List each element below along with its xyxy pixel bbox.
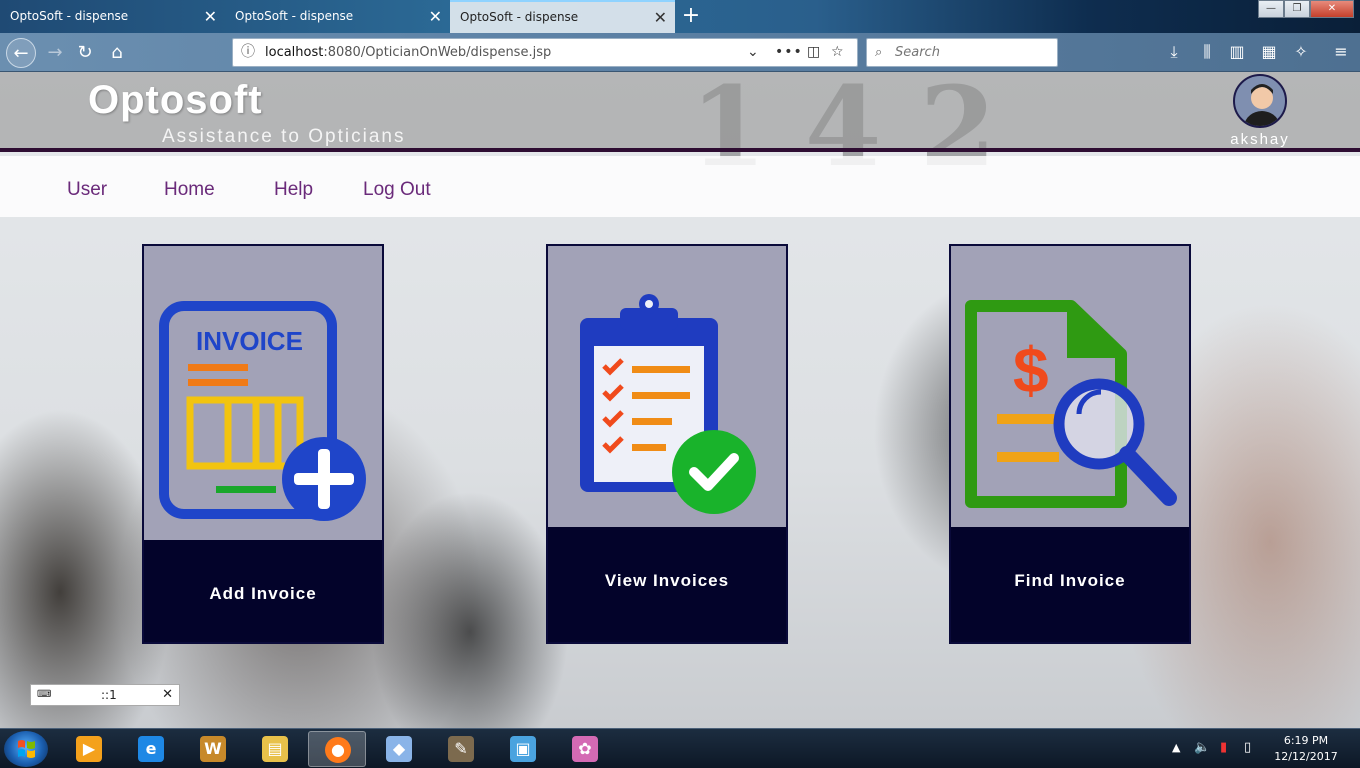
battery-icon[interactable]: ▯ [1244,740,1251,755]
close-window-button[interactable]: ✕ [1310,0,1354,18]
chevron-down-icon[interactable]: ⌄ [747,39,759,66]
close-tab-icon[interactable]: ✕ [204,0,217,33]
window-controls: — ❐ ✕ [1258,0,1354,18]
site-subtitle: Assistance to Opticians [162,126,406,147]
network-icon[interactable]: ▮ [1220,740,1227,755]
close-tab-icon[interactable]: ✕ [429,0,442,33]
address-bar[interactable]: ⓘ localhost:8080/OpticianOnWeb/dispense.… [232,38,858,67]
menu-item-logout[interactable]: Log Out [363,156,431,217]
site-header: Optosoft Assistance to Opticians akshay [0,72,1360,152]
gimp-icon[interactable]: ✎ [432,731,490,767]
view-invoices-label: View Invoices [604,571,730,590]
clipboard-check-icon [580,294,756,514]
download-icon[interactable]: ⤓ [1163,41,1185,63]
browser-tab[interactable]: OptoSoft - dispense ✕ [225,0,450,33]
ime-bar: ⌨ ::1 ✕ [30,684,180,706]
clock[interactable]: 6:19 PM 12/12/2017 [1270,733,1342,765]
card-image: INVOICE [144,246,382,540]
add-invoice-label: Add Invoice [209,584,317,603]
virtualbox-icon[interactable]: ◆ [370,731,428,767]
ime-text: ::1 [101,688,117,702]
forward-button[interactable]: → [40,38,70,68]
show-hidden-icons-icon[interactable]: ▲ [1172,741,1180,754]
invoice-search-icon: $ [965,300,1177,508]
internet-explorer-icon[interactable]: e [122,731,180,767]
windows-logo-icon [18,740,35,758]
close-tab-icon[interactable]: ✕ [654,2,667,33]
svg-text:$: $ [1013,334,1049,406]
url-text: localhost:8080/OpticianOnWeb/dispense.js… [265,45,552,60]
menu-icon[interactable]: ≡ [1330,41,1352,63]
reload-button[interactable]: ↻ [70,38,100,68]
site-title: Optosoft [88,78,263,122]
taskbar: ▶ e W ▤ ● ◆ ✎ ▣ ✿ ▲ 🔈 ▮ ▯ 6:19 PM 12/12/… [0,728,1360,768]
browser-tab[interactable]: OptoSoft - dispense ✕ [0,0,225,33]
pocket-icon[interactable]: ◫ [807,39,820,66]
browser-tab-active[interactable]: OptoSoft - dispense ✕ [450,0,675,33]
find-invoice-card[interactable]: $ Find Invoice [949,244,1191,644]
clock-time: 6:19 PM [1283,734,1329,747]
site-info-icon[interactable]: ⓘ [241,39,255,66]
clock-date: 12/12/2017 [1274,750,1338,763]
start-button[interactable] [4,731,48,767]
library-icon[interactable]: ⫼ [1196,41,1218,63]
lightbulb-icon[interactable]: ✧ [1290,41,1312,63]
paint-icon[interactable]: ✿ [556,731,614,767]
view-invoices-card[interactable]: View Invoices [546,244,788,644]
sidebar-icon[interactable]: ▥ [1226,41,1248,63]
add-invoice-card[interactable]: INVOICE Add Invoice [142,244,384,644]
keyboard-icon: ⌨ [37,689,52,700]
search-input[interactable] [895,42,1053,63]
tab-title: OptoSoft - dispense [235,9,354,23]
card-image [548,246,786,527]
close-icon[interactable]: ✕ [162,685,173,705]
bookmark-star-icon[interactable]: ☆ [831,39,844,66]
avatar-person-icon [1243,84,1281,126]
menu-item-home[interactable]: Home [164,156,215,217]
back-button[interactable]: ← [6,38,36,68]
media-player-icon[interactable]: ▶ [60,731,118,767]
firefox-icon[interactable]: ● [308,731,366,767]
search-icon: ⌕ [875,45,883,60]
restore-button[interactable]: ❐ [1284,0,1310,18]
user-name: akshay [1230,131,1290,148]
extension-icon[interactable]: ▦ [1258,41,1280,63]
tab-title: OptoSoft - dispense [460,10,579,24]
browser-tab-bar: OptoSoft - dispense ✕ OptoSoft - dispens… [0,0,1360,33]
invoice-add-icon: INVOICE [159,301,366,521]
user-avatar[interactable] [1233,74,1287,128]
find-invoice-label: Find Invoice [1014,571,1126,590]
page-actions-icon[interactable]: ••• [775,39,803,66]
volume-icon[interactable]: 🔈 [1194,740,1210,755]
menu-item-help[interactable]: Help [274,156,313,217]
invoice-image-text: INVOICE [196,326,303,356]
browser-nav-bar: ← → ↻ ⌂ ⓘ localhost:8080/OpticianOnWeb/d… [0,33,1360,72]
minimize-button[interactable]: — [1258,0,1284,18]
word-icon[interactable]: W [184,731,242,767]
page: 1 4 2 Optosoft Assistance to Opticians a… [0,72,1360,728]
home-button[interactable]: ⌂ [102,38,132,68]
card-image: $ [951,246,1189,527]
file-explorer-icon[interactable]: ▤ [246,731,304,767]
menu-item-user[interactable]: User [67,156,107,217]
search-bar[interactable]: ⌕ [866,38,1058,67]
tab-title: OptoSoft - dispense [10,9,129,23]
image-viewer-icon[interactable]: ▣ [494,731,552,767]
main-menu: User Home Help Log Out [0,156,1360,217]
new-tab-button[interactable]: + [680,3,702,29]
